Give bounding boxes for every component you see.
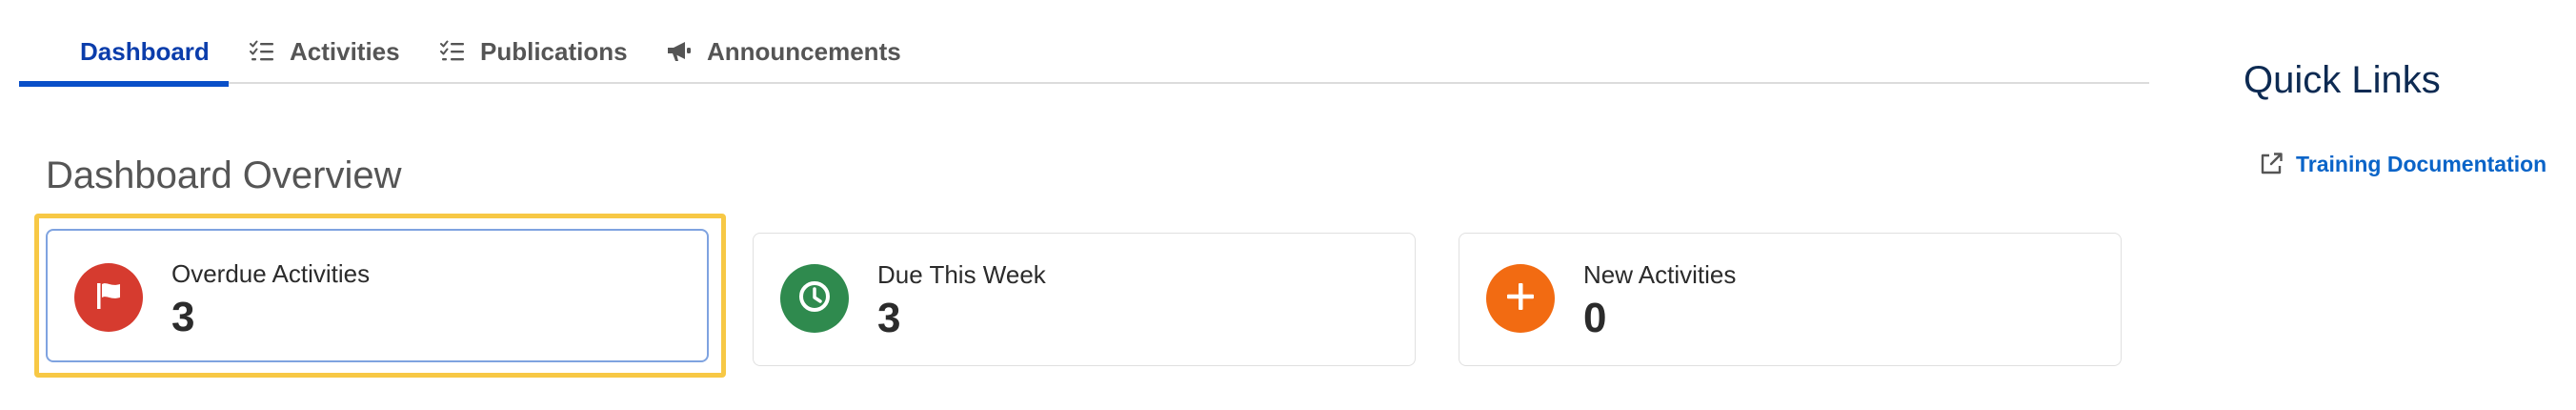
tab-publications[interactable]: Publications — [438, 19, 628, 84]
page-title: Dashboard Overview — [46, 154, 402, 196]
card-label: New Activities — [1583, 260, 1737, 289]
card-count: 3 — [877, 295, 901, 341]
clock-icon — [795, 277, 834, 320]
checklist-icon — [248, 37, 276, 66]
card-label: Due This Week — [877, 260, 1046, 289]
tab-dashboard-label: Dashboard — [80, 36, 210, 66]
overdue-activities-card[interactable]: Overdue Activities 3 — [46, 229, 709, 362]
tab-announcements-label: Announcements — [707, 36, 901, 66]
tab-activities[interactable]: Activities — [248, 19, 400, 84]
card-label: Overdue Activities — [171, 259, 371, 288]
new-activities-card[interactable]: New Activities 0 — [1459, 233, 2122, 366]
tab-announcements[interactable]: Announcements — [665, 19, 901, 84]
due-this-week-card[interactable]: Due This Week 3 — [753, 233, 1416, 366]
tab-publications-label: Publications — [480, 36, 628, 66]
tab-bar: Dashboard Activities Publications Announ… — [19, 19, 2149, 87]
external-link-icon — [2258, 151, 2284, 177]
megaphone-icon — [665, 37, 694, 66]
plus-icon — [1501, 277, 1540, 320]
quick-link-label: Training Documentation — [2296, 151, 2547, 176]
card-count: 3 — [171, 294, 195, 340]
flag-icon — [90, 277, 128, 319]
page: Dashboard Activities Publications Announ… — [0, 0, 2576, 410]
checklist-icon — [438, 37, 467, 66]
tab-dashboard[interactable]: Dashboard — [19, 19, 229, 87]
tab-activities-label: Activities — [290, 36, 400, 66]
due-badge — [780, 264, 849, 333]
quick-links-title: Quick Links — [2244, 59, 2441, 101]
overdue-badge — [74, 263, 143, 332]
card-count: 0 — [1583, 295, 1607, 341]
quick-link-training-documentation[interactable]: Training Documentation — [2258, 151, 2546, 177]
new-badge — [1486, 264, 1555, 333]
